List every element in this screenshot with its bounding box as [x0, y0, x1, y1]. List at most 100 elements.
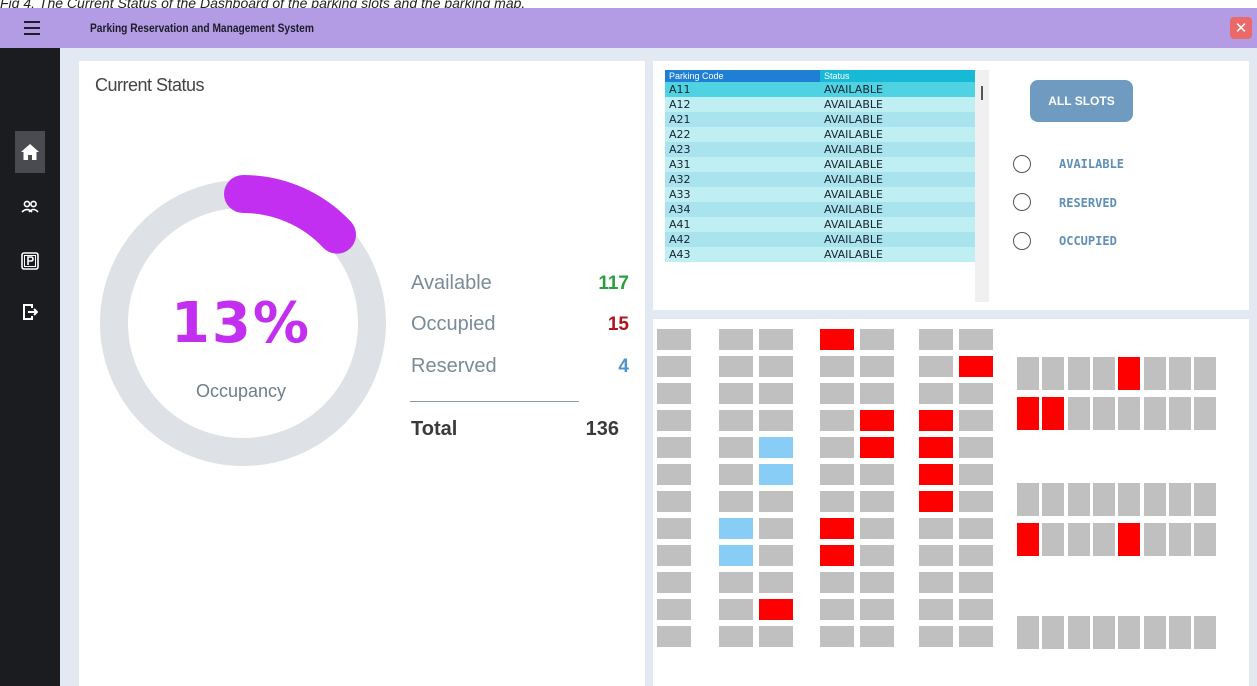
table-row[interactable]: A42 AVAILABLE: [665, 232, 975, 247]
parking-slot-available[interactable]: [959, 491, 993, 512]
parking-slot-occupied[interactable]: [820, 518, 854, 539]
parking-slot-available[interactable]: [860, 518, 894, 539]
parking-slot-available[interactable]: [759, 545, 793, 566]
parking-slot-available[interactable]: [1143, 616, 1166, 649]
table-row[interactable]: A21 AVAILABLE: [665, 112, 975, 127]
parking-slot-reserved[interactable]: [719, 545, 753, 566]
parking-slot-available[interactable]: [657, 599, 691, 620]
close-button[interactable]: ✕: [1230, 17, 1252, 39]
parking-slot-available[interactable]: [919, 545, 953, 566]
parking-slot-available[interactable]: [820, 356, 854, 377]
parking-slot-available[interactable]: [719, 464, 753, 485]
table-row[interactable]: A33 AVAILABLE: [665, 187, 975, 202]
table-row[interactable]: A11 AVAILABLE: [665, 82, 975, 97]
parking-slot-occupied[interactable]: [1118, 357, 1141, 390]
parking-slot-available[interactable]: [1143, 397, 1166, 430]
parking-slot-available[interactable]: [759, 572, 793, 593]
parking-slot-occupied[interactable]: [919, 410, 953, 431]
parking-slot-available[interactable]: [657, 383, 691, 404]
parking-slot-available[interactable]: [719, 572, 753, 593]
parking-slot-occupied[interactable]: [860, 410, 894, 431]
parking-slot-available[interactable]: [959, 626, 993, 647]
parking-slot-occupied[interactable]: [759, 599, 793, 620]
parking-slot-reserved[interactable]: [719, 518, 753, 539]
parking-slot-available[interactable]: [959, 518, 993, 539]
parking-slot-available[interactable]: [1194, 357, 1217, 390]
table-row[interactable]: A31 AVAILABLE: [665, 157, 975, 172]
parking-slot-reserved[interactable]: [759, 437, 793, 458]
parking-slot-available[interactable]: [657, 626, 691, 647]
parking-slot-available[interactable]: [1143, 523, 1166, 556]
parking-slot-occupied[interactable]: [1118, 523, 1141, 556]
parking-slot-available[interactable]: [820, 437, 854, 458]
parking-slot-available[interactable]: [657, 464, 691, 485]
parking-slot-available[interactable]: [1168, 616, 1191, 649]
radio-reserved[interactable]: [1013, 193, 1031, 211]
table-row[interactable]: A41 AVAILABLE: [665, 217, 975, 232]
parking-slot-available[interactable]: [919, 383, 953, 404]
parking-slot-occupied[interactable]: [1017, 397, 1039, 430]
parking-slot-available[interactable]: [1143, 357, 1166, 390]
parking-slot-available[interactable]: [860, 545, 894, 566]
parking-slot-available[interactable]: [959, 410, 993, 431]
table-scrollbar[interactable]: [975, 70, 989, 302]
parking-slot-available[interactable]: [719, 491, 753, 512]
parking-slot-occupied[interactable]: [1017, 523, 1039, 556]
parking-slot-available[interactable]: [820, 491, 854, 512]
parking-slot-available[interactable]: [1194, 397, 1217, 430]
parking-slot-available[interactable]: [657, 545, 691, 566]
parking-slot-available[interactable]: [919, 329, 953, 350]
parking-slot-reserved[interactable]: [759, 464, 793, 485]
parking-slot-available[interactable]: [959, 545, 993, 566]
parking-slot-available[interactable]: [860, 464, 894, 485]
parking-slot-available[interactable]: [1017, 616, 1039, 649]
parking-slot-available[interactable]: [860, 329, 894, 350]
parking-slot-available[interactable]: [1092, 357, 1115, 390]
parking-slot-available[interactable]: [1194, 616, 1217, 649]
parking-slot-available[interactable]: [919, 599, 953, 620]
parking-slot-available[interactable]: [1067, 397, 1090, 430]
parking-slot-available[interactable]: [860, 572, 894, 593]
all-slots-button[interactable]: ALL SLOTS: [1030, 80, 1133, 122]
parking-slot-available[interactable]: [1168, 397, 1191, 430]
table-row[interactable]: A32 AVAILABLE: [665, 172, 975, 187]
parking-slot-available[interactable]: [1168, 357, 1191, 390]
parking-slot-available[interactable]: [1042, 483, 1065, 516]
slot-table[interactable]: Parking Code Status A11 AVAILABLE A12 AVAIL…: [665, 70, 975, 302]
parking-slot-available[interactable]: [759, 491, 793, 512]
parking-slot-available[interactable]: [820, 464, 854, 485]
sidebar-item-home[interactable]: [15, 131, 45, 173]
parking-slot-available[interactable]: [657, 329, 691, 350]
parking-slot-available[interactable]: [719, 356, 753, 377]
parking-slot-available[interactable]: [820, 599, 854, 620]
column-header-status[interactable]: Status: [820, 70, 975, 82]
table-row[interactable]: A12 AVAILABLE: [665, 97, 975, 112]
parking-slot-available[interactable]: [860, 626, 894, 647]
parking-slot-available[interactable]: [959, 572, 993, 593]
parking-slot-available[interactable]: [759, 383, 793, 404]
parking-slot-available[interactable]: [657, 518, 691, 539]
parking-slot-available[interactable]: [657, 572, 691, 593]
parking-slot-occupied[interactable]: [860, 437, 894, 458]
parking-slot-available[interactable]: [1118, 397, 1141, 430]
parking-slot-available[interactable]: [759, 329, 793, 350]
sidebar-item-parking[interactable]: [15, 240, 45, 282]
parking-slot-available[interactable]: [1168, 483, 1191, 516]
radio-available[interactable]: [1013, 155, 1031, 173]
parking-slot-available[interactable]: [820, 383, 854, 404]
parking-slot-available[interactable]: [820, 572, 854, 593]
parking-slot-available[interactable]: [959, 437, 993, 458]
parking-slot-available[interactable]: [1168, 523, 1191, 556]
table-row[interactable]: A43 AVAILABLE: [665, 247, 975, 262]
parking-slot-available[interactable]: [657, 491, 691, 512]
parking-slot-occupied[interactable]: [820, 545, 854, 566]
parking-slot-available[interactable]: [1143, 483, 1166, 516]
parking-slot-available[interactable]: [1092, 483, 1115, 516]
parking-slot-available[interactable]: [959, 383, 993, 404]
parking-slot-occupied[interactable]: [919, 491, 953, 512]
table-row[interactable]: A22 AVAILABLE: [665, 127, 975, 142]
parking-slot-available[interactable]: [759, 356, 793, 377]
parking-slot-available[interactable]: [719, 626, 753, 647]
parking-slot-available[interactable]: [860, 599, 894, 620]
radio-occupied[interactable]: [1013, 232, 1031, 250]
